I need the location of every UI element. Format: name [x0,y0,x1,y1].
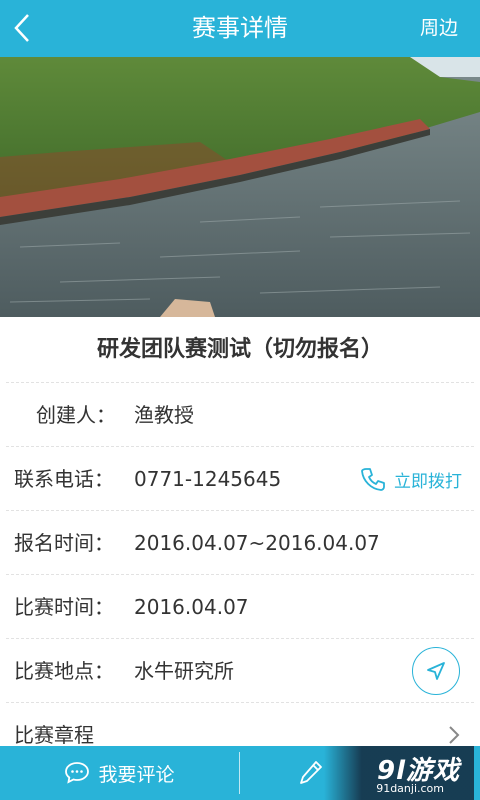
edit-button[interactable]: 9l游戏 91danji.com [240,746,480,800]
phone-label: 联系电话： [14,467,114,491]
watermark: 9l游戏 91danji.com [324,746,474,800]
signup-time-row: 报名时间： 2016.04.07~2016.04.07 [6,510,474,575]
bottom-bar: 我要评论 9l游戏 91danji.com [0,746,480,800]
phone-row: 联系电话： 0771-1245645 立即拨打 [6,446,474,511]
location-row: 比赛地点： 水牛研究所 [6,638,474,703]
watermark-url: 91danji.com [376,782,444,795]
match-time-label: 比赛时间： [14,595,114,619]
comment-bubble-icon [65,762,90,784]
comment-button[interactable]: 我要评论 [0,746,239,800]
match-time-value: 2016.04.07 [134,595,249,619]
comment-button-label: 我要评论 [98,763,175,786]
phone-value: 0771-1245645 [134,467,282,491]
signup-time-label: 报名时间： [14,531,114,555]
creator-row: 创建人： 渔教授 [6,382,474,447]
navigation-arrow-icon [427,662,445,680]
top-bar: 赛事详情 周边 [0,0,480,57]
signup-time-value: 2016.04.07~2016.04.07 [134,531,380,555]
chevron-right-icon [449,726,460,744]
creator-value: 渔教授 [134,403,194,427]
location-value: 水牛研究所 [134,659,234,683]
call-button[interactable]: 立即拨打 [360,447,462,511]
event-title: 研发团队赛测试（切勿报名） [96,337,383,362]
navigate-button[interactable] [412,647,460,695]
nearby-button[interactable]: 周边 [420,0,458,57]
page-title: 赛事详情 [192,14,288,42]
call-button-label: 立即拨打 [394,471,462,492]
pencil-icon [300,761,322,784]
event-photo [0,57,480,317]
creator-label: 创建人： [36,403,116,427]
phone-icon [361,468,385,491]
location-label: 比赛地点： [14,659,114,683]
match-time-row: 比赛时间： 2016.04.07 [6,574,474,639]
